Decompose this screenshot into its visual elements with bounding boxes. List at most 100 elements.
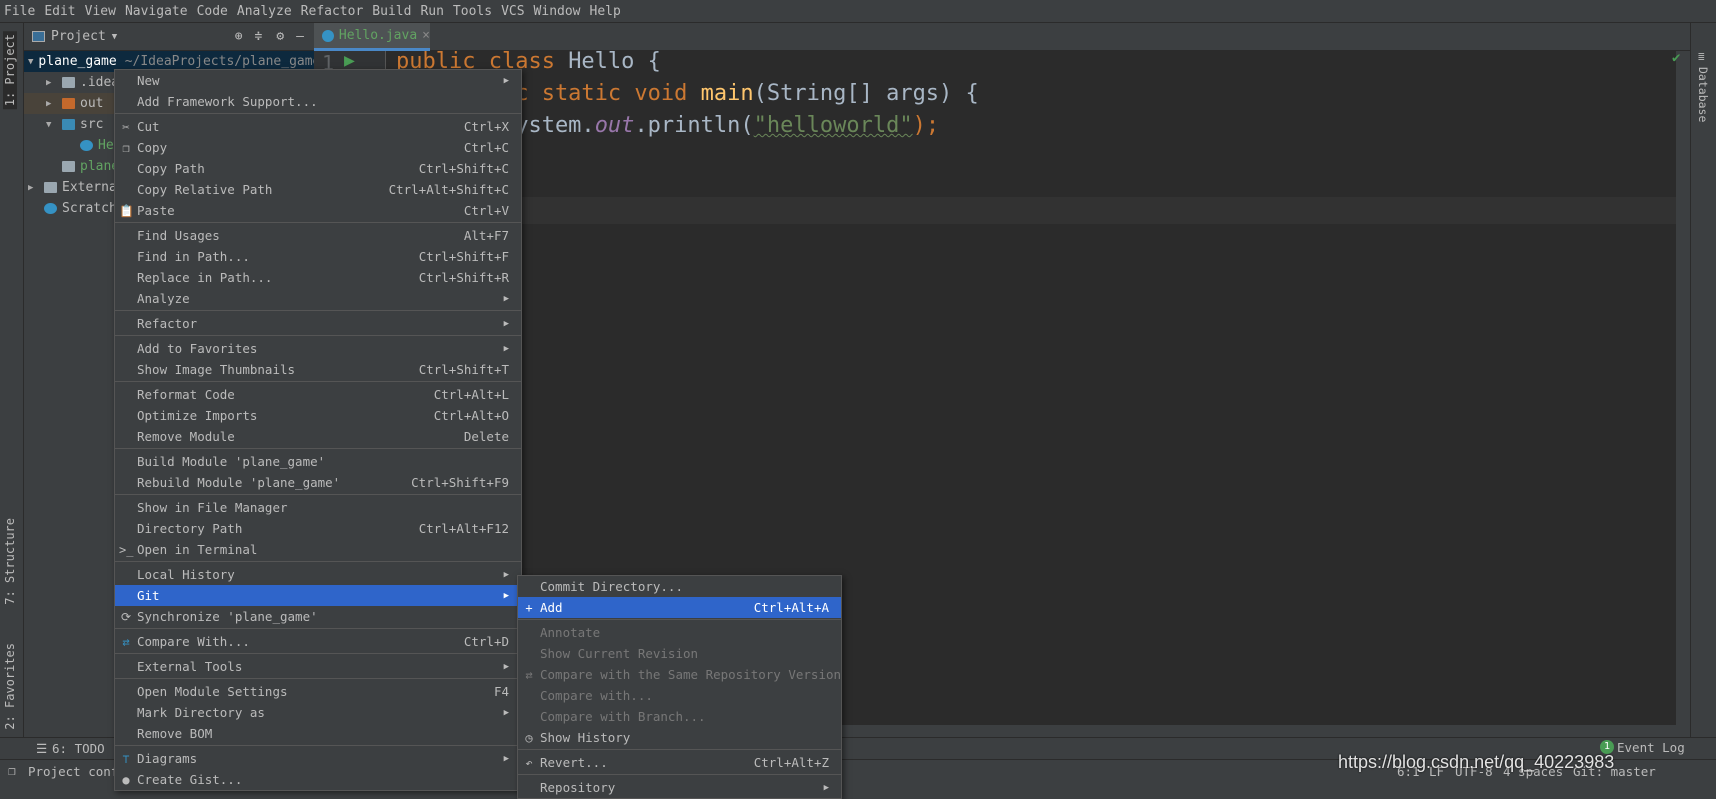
menu-item-add[interactable]: + Add Ctrl+Alt+A (518, 597, 841, 618)
menu-item-paste[interactable]: 📋 Paste Ctrl+V (115, 200, 521, 221)
watermark: https://blog.csdn.net/qq_40223983 (1338, 752, 1615, 772)
menu-item-copy-path[interactable]: Copy Path Ctrl+Shift+C (115, 158, 521, 179)
menu-item-show-in-file-manager[interactable]: Show in File Manager (115, 497, 521, 518)
expand-arrow-icon[interactable]: ▶ (28, 183, 44, 193)
status-toggle-icon[interactable]: ❐ (8, 763, 16, 778)
menu-item-shortcut: Ctrl+Shift+R (418, 270, 509, 285)
menu-item-revert[interactable]: ↶ Revert... Ctrl+Alt+Z (518, 752, 841, 773)
expand-arrow-icon[interactable]: ▼ (28, 57, 33, 67)
menu-item-synchronize-plane-game[interactable]: ⟳ Synchronize 'plane_game' (115, 606, 521, 627)
menu-code[interactable]: Code (197, 4, 228, 19)
menu-item-find-usages[interactable]: Find Usages Alt+F7 (115, 225, 521, 246)
collapse-icon[interactable]: ≑ (255, 29, 263, 44)
menu-item-create-gist[interactable]: ● Create Gist... (115, 769, 521, 790)
menu-item-label: Copy Path (137, 161, 205, 176)
menu-item-label: Show Current Revision (540, 646, 699, 661)
menu-item-git[interactable]: Git ▶ (115, 585, 521, 606)
project-tool-tab[interactable]: 1: Project (3, 31, 17, 110)
menu-item-remove-bom[interactable]: Remove BOM (115, 723, 521, 744)
menu-item-add-framework-support[interactable]: Add Framework Support... (115, 91, 521, 112)
expand-arrow-icon[interactable]: ▶ (46, 99, 62, 109)
expand-arrow-icon[interactable]: ▶ (46, 78, 62, 88)
menu-item-label: Copy Relative Path (137, 182, 273, 197)
menu-item-reformat-code[interactable]: Reformat Code Ctrl+Alt+L (115, 384, 521, 405)
menu-item-cut[interactable]: ✂ Cut Ctrl+X (115, 116, 521, 137)
menu-item-copy-relative-path[interactable]: Copy Relative Path Ctrl+Alt+Shift+C (115, 179, 521, 200)
event-log-tool-tab[interactable]: Event Log (1617, 740, 1685, 755)
menu-item-copy[interactable]: ❐ Copy Ctrl+C (115, 137, 521, 158)
git-submenu: Commit Directory... + Add Ctrl+Alt+A Annotat… (517, 575, 842, 799)
menu-item-open-in-terminal[interactable]: >_ Open in Terminal (115, 539, 521, 560)
menu-item-build-module-plane-game[interactable]: Build Module 'plane_game' (115, 451, 521, 472)
menu-item-new[interactable]: New ▶ (115, 70, 521, 91)
menu-file[interactable]: File (4, 4, 35, 19)
menu-help[interactable]: Help (590, 4, 621, 19)
menu-item-commit-directory[interactable]: Commit Directory... (518, 576, 841, 597)
menu-item-external-tools[interactable]: External Tools ▶ (115, 656, 521, 677)
clock-icon: ◷ (525, 730, 533, 745)
menu-run[interactable]: Run (420, 4, 443, 19)
menu-item-shortcut: Ctrl+Shift+F9 (411, 475, 509, 490)
source-folder-icon (62, 119, 75, 130)
menu-item-label: Compare with... (540, 688, 653, 703)
menu-vcs[interactable]: VCS (501, 4, 524, 19)
submenu-arrow-icon: ▶ (503, 569, 509, 580)
menu-item-label: Revert... (540, 755, 608, 770)
menu-refactor[interactable]: Refactor (301, 4, 364, 19)
menu-item-refactor[interactable]: Refactor ▶ (115, 313, 521, 334)
menu-item-local-history[interactable]: Local History ▶ (115, 564, 521, 585)
expand-arrow-icon[interactable]: ▼ (46, 120, 62, 130)
menu-window[interactable]: Window (534, 4, 581, 19)
compare-icon: ⇄ (122, 634, 130, 649)
menu-item-analyze[interactable]: Analyze ▶ (115, 288, 521, 309)
menu-item-open-module-settings[interactable]: Open Module Settings F4 (115, 681, 521, 702)
menu-item-show-image-thumbnails[interactable]: Show Image Thumbnails Ctrl+Shift+T (115, 359, 521, 380)
menu-view[interactable]: View (85, 4, 116, 19)
menu-item-shortcut: Delete (463, 429, 509, 444)
menu-item-show-current-revision: Show Current Revision (518, 643, 841, 664)
gear-icon[interactable]: ⚙ (276, 29, 284, 44)
menu-item-label: Add (540, 600, 563, 615)
menu-item-find-in-path[interactable]: Find in Path... Ctrl+Shift+F (115, 246, 521, 267)
menu-build[interactable]: Build (372, 4, 411, 19)
close-icon[interactable]: × (422, 28, 430, 43)
menu-analyze[interactable]: Analyze (237, 4, 292, 19)
structure-tool-tab[interactable]: 7: Structure (3, 518, 17, 605)
todo-tool-tab[interactable]: 6: TODO (52, 741, 105, 756)
menu-tools[interactable]: Tools (453, 4, 492, 19)
menu-item-repository[interactable]: Repository ▶ (518, 777, 841, 798)
submenu-arrow-icon: ▶ (503, 343, 509, 354)
menu-item-mark-directory-as[interactable]: Mark Directory as ▶ (115, 702, 521, 723)
favorites-tool-tab[interactable]: 2: Favorites (3, 643, 17, 730)
minimize-icon[interactable]: — (296, 29, 304, 44)
editor-tab-bar: Hello.java × (314, 23, 1690, 51)
database-tool-tab[interactable]: Database (1696, 67, 1710, 122)
menu-item-shortcut: Ctrl+Alt+L (433, 387, 509, 402)
project-toolbar: Project ▼ ⊕ ≑ ⚙ — (24, 23, 314, 51)
cut-icon: ✂ (122, 119, 130, 134)
menu-navigate[interactable]: Navigate (125, 4, 188, 19)
menu-item-directory-path[interactable]: Directory Path Ctrl+Alt+F12 (115, 518, 521, 539)
menu-item-label: Compare With... (137, 634, 250, 649)
tab-hello-java[interactable]: Hello.java × (314, 23, 430, 51)
menu-item-optimize-imports[interactable]: Optimize Imports Ctrl+Alt+O (115, 405, 521, 426)
menu-item-label: Reformat Code (137, 387, 235, 402)
compare-icon: ⇄ (525, 667, 533, 682)
database-icon: ≣ (1698, 50, 1705, 63)
menu-item-label: Open Module Settings (137, 684, 288, 699)
locate-icon[interactable]: ⊕ (235, 29, 243, 44)
menu-edit[interactable]: Edit (44, 4, 75, 19)
menu-item-diagrams[interactable]: ⊤ Diagrams ▶ (115, 748, 521, 769)
run-icon[interactable]: ▶ (344, 50, 355, 71)
tree-item-label: plane_game (38, 54, 117, 69)
menu-item-rebuild-module-plane-game[interactable]: Rebuild Module 'plane_game' Ctrl+Shift+F9 (115, 472, 521, 493)
submenu-arrow-icon: ▶ (503, 590, 509, 601)
code-token: out (594, 113, 635, 138)
menu-item-remove-module[interactable]: Remove Module Delete (115, 426, 521, 447)
project-view-dropdown[interactable]: Project (51, 29, 106, 44)
menu-item-compare-with[interactable]: ⇄ Compare With... Ctrl+D (115, 631, 521, 652)
menu-item-add-to-favorites[interactable]: Add to Favorites ▶ (115, 338, 521, 359)
menu-item-show-history[interactable]: ◷ Show History (518, 727, 841, 748)
menu-item-replace-in-path[interactable]: Replace in Path... Ctrl+Shift+R (115, 267, 521, 288)
chevron-down-icon[interactable]: ▼ (112, 32, 117, 42)
